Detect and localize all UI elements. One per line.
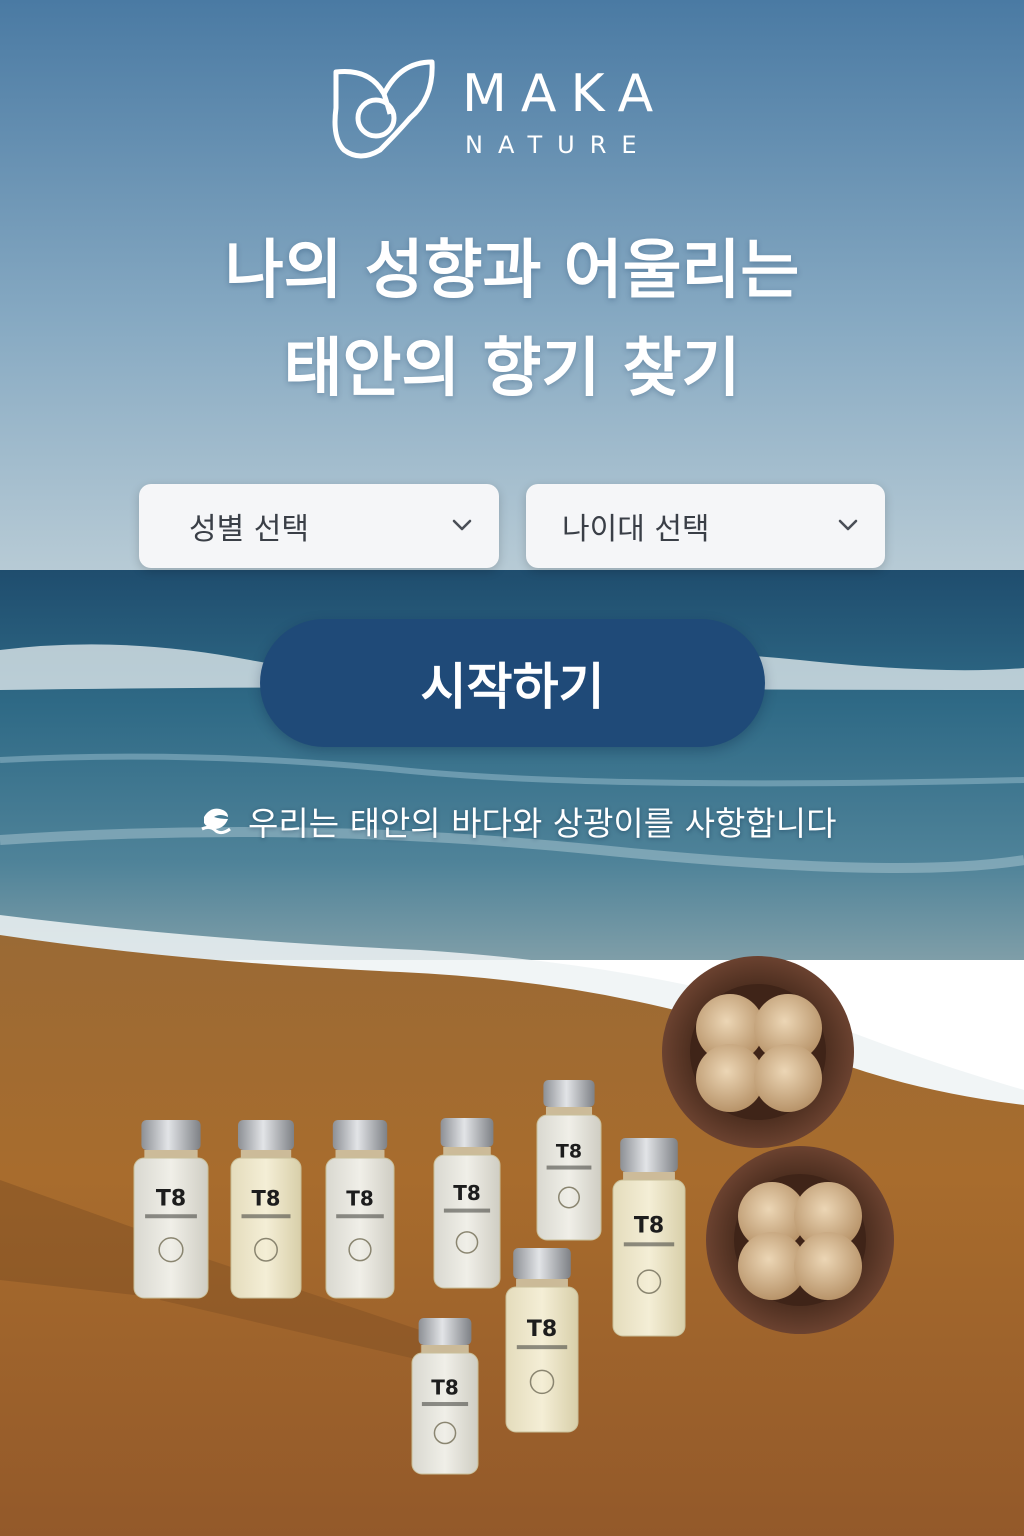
gender-select[interactable]: 성별 선택	[139, 484, 499, 568]
start-button[interactable]: 시작하기	[260, 619, 765, 747]
bottle-label: T8	[346, 1186, 374, 1210]
bottle: T8	[536, 1080, 602, 1241]
bottle: T8	[505, 1248, 579, 1433]
chevron-down-icon	[452, 519, 472, 531]
age-select-label: 나이대 선택	[562, 512, 710, 547]
tagline: 우리는 태안의 바다와 상광이를 사항합니다	[198, 796, 836, 846]
brand-subtitle: NATURE	[465, 131, 652, 159]
bottle-label: T8	[527, 1317, 557, 1342]
page-headline: 나의 성향과 어울리는 태안의 향기 찾기	[0, 222, 1024, 418]
brand-name: MAKA	[462, 64, 668, 124]
bottle-label: T8	[453, 1181, 481, 1205]
leaf-logo-icon	[332, 59, 435, 159]
chevron-down-icon	[838, 519, 858, 531]
wave-icon	[201, 808, 231, 835]
bottle-label: T8	[634, 1213, 664, 1238]
gender-select-label: 성별 선택	[189, 512, 309, 547]
bottle: T8	[325, 1120, 395, 1299]
bottle-label: T8	[252, 1186, 281, 1210]
brand-logo: MAKA NATURE	[330, 58, 700, 168]
bottle: T8	[230, 1120, 302, 1299]
bottle-label: T8	[431, 1375, 459, 1399]
bottle: T8	[133, 1120, 209, 1299]
tagline-text: 우리는 태안의 바다와 상광이를 사항합니다	[248, 804, 837, 843]
bottle-label: T8	[556, 1141, 582, 1163]
headline-line-1: 나의 성향과 어울리는	[224, 234, 800, 308]
bottle: T8	[411, 1318, 479, 1475]
age-select[interactable]: 나이대 선택	[526, 484, 885, 568]
headline-line-2: 태안의 향기 찾기	[283, 332, 741, 406]
bottle-label: T8	[156, 1186, 186, 1211]
bottle: T8	[433, 1118, 501, 1289]
bottle: T8	[612, 1138, 686, 1337]
